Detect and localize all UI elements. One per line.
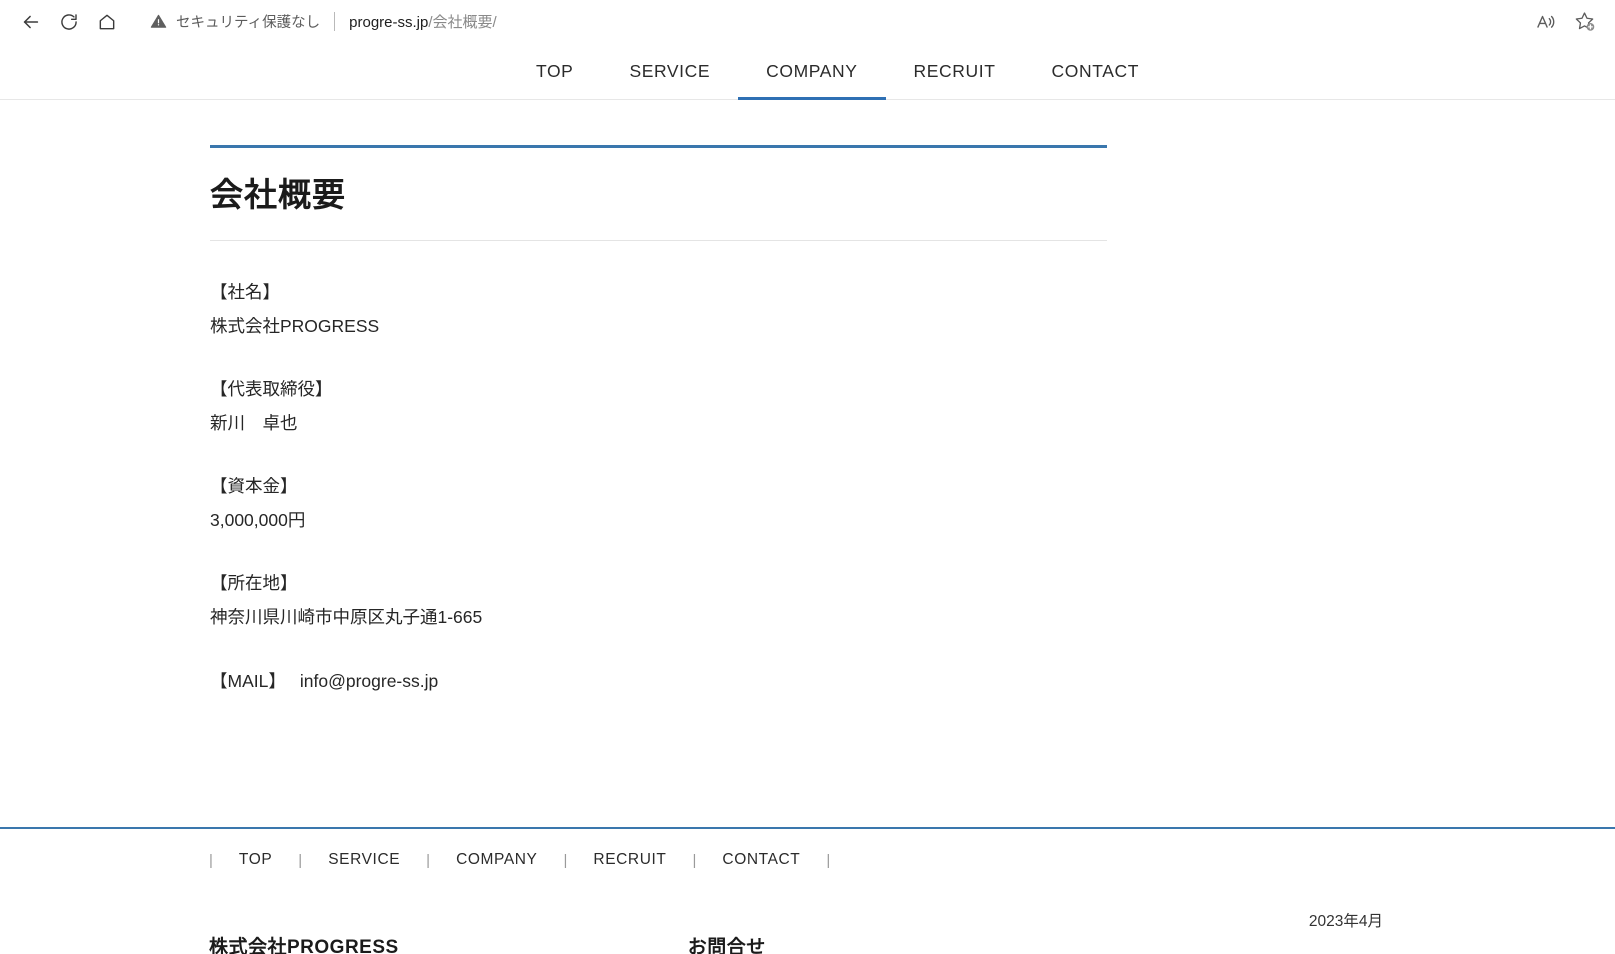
footer-link-top[interactable]: TOP [215, 851, 296, 869]
footer-separator: | [563, 851, 568, 869]
page-title-block: 会社概要 [210, 100, 1107, 241]
page-content: 会社概要 【社名】 株式会社PROGRESS 【代表取締役】 新川 卓也 【資本… [0, 100, 1615, 827]
info-label: 【所在地】 [210, 573, 298, 594]
info-label: 【資本金】 [210, 476, 298, 497]
footer-date: 2023年4月 [1308, 913, 1383, 930]
home-button[interactable] [88, 3, 126, 41]
site-header: TOP SERVICE COMPANY RECRUIT CONTACT [0, 43, 1615, 100]
footer-separator: | [826, 851, 831, 869]
info-block-mail: 【MAIL】 info@progre-ss.jp [210, 664, 1615, 698]
mail-label: 【MAIL】 [210, 670, 286, 691]
info-value: 3,000,000円 [210, 510, 306, 531]
info-block-address: 【所在地】 神奈川県川崎市中原区丸子通1-665 [210, 566, 1615, 634]
address-divider [334, 12, 336, 31]
nav-item-company[interactable]: COMPANY [738, 43, 886, 100]
read-aloud-icon [1535, 11, 1557, 33]
info-label: 【代表取締役】 [210, 378, 333, 399]
back-button[interactable] [12, 3, 50, 41]
info-value: 株式会社PROGRESS [210, 315, 380, 336]
browser-toolbar: セキュリティ保護なし progre-ss.jp/会社概要/ [0, 0, 1615, 43]
footer-link-company[interactable]: COMPANY [432, 851, 561, 869]
footer-separator: | [209, 851, 213, 869]
nav-item-top[interactable]: TOP [508, 43, 601, 99]
site-footer: | TOP | SERVICE | COMPANY | RECRUIT | CO… [0, 827, 1615, 954]
home-icon [97, 12, 117, 32]
info-block-capital: 【資本金】 3,000,000円 [210, 469, 1615, 537]
reload-icon [59, 12, 79, 32]
url-host: progre-ss.jp [349, 14, 429, 31]
footer-link-service[interactable]: SERVICE [304, 851, 424, 869]
footer-separator: | [426, 851, 431, 869]
footer-company-name: 株式会社PROGRESS [209, 937, 399, 954]
url-path: /会社概要/ [428, 14, 497, 31]
footer-bottom: 株式会社PROGRESS お問合せ 2023年4月 [0, 869, 1615, 954]
nav-item-contact[interactable]: CONTACT [1024, 43, 1167, 99]
footer-separator: | [298, 851, 303, 869]
browser-actions [1527, 3, 1603, 41]
add-favorite-button[interactable] [1565, 3, 1603, 41]
info-value: 神奈川県川崎市中原区丸子通1-665 [210, 607, 483, 628]
footer-separator: | [692, 851, 697, 869]
back-arrow-icon [20, 11, 42, 33]
url-text[interactable]: progre-ss.jp/会社概要/ [349, 11, 497, 32]
info-block-company-name: 【社名】 株式会社PROGRESS [210, 275, 1615, 343]
company-info-list: 【社名】 株式会社PROGRESS 【代表取締役】 新川 卓也 【資本金】 3,… [210, 241, 1615, 698]
nav-item-recruit[interactable]: RECRUIT [886, 43, 1024, 99]
nav-item-service[interactable]: SERVICE [601, 43, 738, 99]
security-status-text: セキュリティ保護なし [176, 15, 321, 31]
mail-value[interactable]: info@progre-ss.jp [300, 671, 438, 691]
info-block-representative: 【代表取締役】 新川 卓也 [210, 372, 1615, 440]
add-favorite-star-icon [1573, 10, 1596, 33]
footer-link-recruit[interactable]: RECRUIT [569, 851, 690, 869]
warning-triangle-icon [150, 13, 167, 30]
info-value: 新川 卓也 [210, 412, 298, 433]
reload-button[interactable] [50, 3, 88, 41]
page-title: 会社概要 [210, 176, 346, 213]
read-aloud-button[interactable] [1527, 3, 1565, 41]
info-label: 【社名】 [210, 281, 280, 302]
footer-navigation: | TOP | SERVICE | COMPANY | RECRUIT | CO… [0, 829, 1615, 869]
main-navigation: TOP SERVICE COMPANY RECRUIT CONTACT [508, 43, 1167, 100]
address-bar[interactable]: セキュリティ保護なし progre-ss.jp/会社概要/ [136, 4, 1519, 39]
footer-contact-heading: お問合せ [687, 937, 766, 954]
footer-link-contact[interactable]: CONTACT [698, 851, 824, 869]
